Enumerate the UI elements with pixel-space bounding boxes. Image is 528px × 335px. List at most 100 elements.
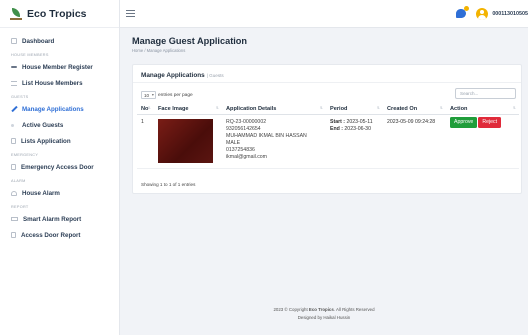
sidebar-item-active-guests[interactable]: Active Guests bbox=[0, 117, 119, 133]
guest-name: MUHAMMAD IKMAL BIN HASSAN bbox=[226, 132, 307, 139]
entries-select-value: 10 bbox=[144, 92, 150, 98]
sidebar-section-guests: GUESTS bbox=[11, 95, 29, 99]
chat-icon[interactable] bbox=[456, 6, 470, 18]
sidebar-section-emergency: EMERGENCY bbox=[11, 153, 39, 157]
document-icon bbox=[11, 138, 16, 144]
hamburger-menu-icon[interactable] bbox=[126, 10, 135, 17]
sort-icon: ⇅ bbox=[376, 106, 380, 110]
card-title-text: Manage Applications bbox=[141, 72, 205, 79]
applications-card: Manage Applications | Guests 10 ▼ entries… bbox=[132, 64, 522, 194]
entries-select[interactable]: 10 ▼ bbox=[141, 91, 156, 99]
card-title: Manage Applications | Guests bbox=[141, 72, 224, 79]
column-header-application-details[interactable]: Application Details ⇅ bbox=[222, 104, 326, 115]
column-header-created-on[interactable]: Created On ⇅ bbox=[383, 104, 446, 115]
sort-icon: ⇅ bbox=[439, 106, 443, 110]
footer-designed-by: Designed by Haikal Hussin bbox=[297, 315, 351, 320]
cell-no: 1 bbox=[137, 114, 154, 169]
footer: 2023 © Copyright Eco Tropics. All Rights… bbox=[120, 306, 528, 322]
sidebar-item-label: Smart Alarm Report bbox=[23, 215, 82, 223]
sidebar-item-house-alarm[interactable]: House Alarm bbox=[0, 185, 119, 201]
search-input[interactable]: Search... bbox=[455, 88, 516, 99]
face-image[interactable] bbox=[158, 118, 213, 163]
brand-name: Eco Tropics bbox=[27, 7, 87, 20]
sidebar-item-label: Lists Application bbox=[21, 137, 71, 145]
guest-email: ikmal@gmail.com bbox=[226, 153, 268, 160]
page-title: Manage Guest Application bbox=[132, 36, 248, 46]
topbar: 000113010505 bbox=[120, 0, 528, 28]
user-id[interactable]: 000113010505 bbox=[492, 11, 528, 17]
cell-face-image bbox=[154, 114, 222, 169]
pencil-icon bbox=[11, 106, 17, 112]
table-row: 1 RQ-23-00000002 932056142654 MUHAMMAD I… bbox=[137, 114, 519, 169]
sidebar-item-label: List House Members bbox=[22, 79, 83, 87]
cell-application-details: RQ-23-00000002 932056142654 MUHAMMAD IKM… bbox=[222, 114, 326, 169]
sidebar-item-label: House Member Register bbox=[22, 63, 93, 71]
sidebar-item-label: Active Guests bbox=[22, 121, 64, 129]
footer-copyright: 2023 © Copyright Eco Tropics. All Rights… bbox=[120, 306, 528, 314]
sidebar-item-label: Access Door Report bbox=[21, 231, 81, 239]
sidebar-item-house-member-register[interactable]: House Member Register bbox=[0, 59, 119, 75]
sidebar-section-house-members: HOUSE MEMBERS bbox=[11, 53, 49, 57]
guest-phone: 0137254836 bbox=[226, 146, 255, 153]
sort-icon: ⇅ bbox=[512, 106, 516, 110]
period-start: Start : 2023-05-11 bbox=[330, 119, 383, 126]
copyright-brand: Eco Tropics bbox=[308, 307, 334, 312]
sidebar-item-label: House Alarm bbox=[22, 189, 60, 197]
bell-icon bbox=[11, 190, 17, 196]
sidebar-item-smart-alarm-report[interactable]: Smart Alarm Report bbox=[0, 211, 119, 227]
copyright-suffix: . All Rights Reserved bbox=[333, 307, 375, 312]
column-header-face-image[interactable]: Face Image ⇅ bbox=[154, 104, 222, 115]
sidebar-item-label: Emergency Access Door bbox=[21, 163, 94, 171]
period-start-value: 2023-05-11 bbox=[346, 118, 373, 125]
ic-number: 932056142654 bbox=[226, 125, 261, 132]
copyright-prefix: 2023 © Copyright bbox=[273, 307, 308, 312]
entries-label: entries per page bbox=[158, 92, 193, 98]
guest-gender: MALE bbox=[226, 139, 241, 146]
avatar[interactable] bbox=[476, 7, 489, 20]
period-end: End : 2023-06-30 bbox=[330, 126, 383, 133]
sidebar-item-list-house-members[interactable]: List House Members bbox=[0, 75, 119, 91]
column-header-label: Created On bbox=[387, 105, 418, 112]
period-start-label: Start : bbox=[330, 118, 345, 125]
cell-period: Start : 2023-05-11 End : 2023-06-30 bbox=[326, 114, 383, 169]
column-header-period[interactable]: Period ⇅ bbox=[326, 104, 383, 115]
door-icon bbox=[11, 164, 16, 170]
sidebar-section-report: REPORT bbox=[11, 205, 29, 209]
card-divider bbox=[133, 82, 521, 83]
reject-button[interactable]: Reject bbox=[478, 116, 502, 128]
applications-table: No ⇅ Face Image ⇅ Application Details ⇅ Per… bbox=[137, 104, 519, 169]
list-icon bbox=[11, 80, 17, 86]
report-icon bbox=[11, 217, 18, 221]
card-subtitle: | Guests bbox=[206, 73, 224, 78]
sidebar-item-dashboard[interactable]: Dashboard bbox=[0, 33, 119, 49]
table-info: Showing 1 to 1 of 1 entries bbox=[141, 182, 196, 187]
sidebar-item-label: Manage Applications bbox=[22, 105, 84, 113]
sidebar-item-lists-application[interactable]: Lists Application bbox=[0, 133, 119, 149]
column-header-label: Face Image bbox=[158, 105, 189, 112]
sort-icon: ⇅ bbox=[147, 106, 151, 110]
period-end-label: End : bbox=[330, 125, 343, 132]
column-header-label: Action bbox=[450, 105, 468, 112]
notification-badge bbox=[464, 6, 470, 11]
column-header-label: Period bbox=[330, 105, 348, 112]
column-header-no[interactable]: No ⇅ bbox=[137, 104, 154, 115]
table-header-row: No ⇅ Face Image ⇅ Application Details ⇅ Per… bbox=[137, 104, 519, 115]
sort-icon: ⇅ bbox=[319, 106, 323, 110]
sidebar-menu: Dashboard HOUSE MEMBERS House Member Reg… bbox=[0, 28, 119, 243]
column-header-action[interactable]: Action ⇅ bbox=[446, 104, 519, 115]
sidebar-item-label: Dashboard bbox=[22, 37, 55, 45]
page-header: Manage Guest Application Home / Manage A… bbox=[132, 36, 247, 53]
sidebar-item-access-door-report[interactable]: Access Door Report bbox=[0, 227, 119, 243]
brand[interactable]: Eco Tropics bbox=[0, 0, 119, 28]
approve-button[interactable]: Approve bbox=[450, 116, 478, 128]
sidebar-item-emergency-access-door[interactable]: Emergency Access Door bbox=[0, 159, 119, 175]
sidebar-item-manage-applications[interactable]: Manage Applications bbox=[0, 101, 119, 117]
sidebar-section-alarm: ALARM bbox=[11, 179, 26, 183]
sort-icon: ⇅ bbox=[215, 106, 219, 110]
period-end-value: 2023-06-30 bbox=[344, 125, 371, 132]
report-doc-icon bbox=[11, 232, 16, 238]
user-card-icon bbox=[11, 66, 17, 68]
topbar-right: 000113010505 bbox=[456, 6, 528, 20]
breadcrumb[interactable]: Home / Manage Applications bbox=[132, 48, 247, 53]
cell-created-on: 2023-05-09 09:24:28 bbox=[383, 114, 446, 169]
